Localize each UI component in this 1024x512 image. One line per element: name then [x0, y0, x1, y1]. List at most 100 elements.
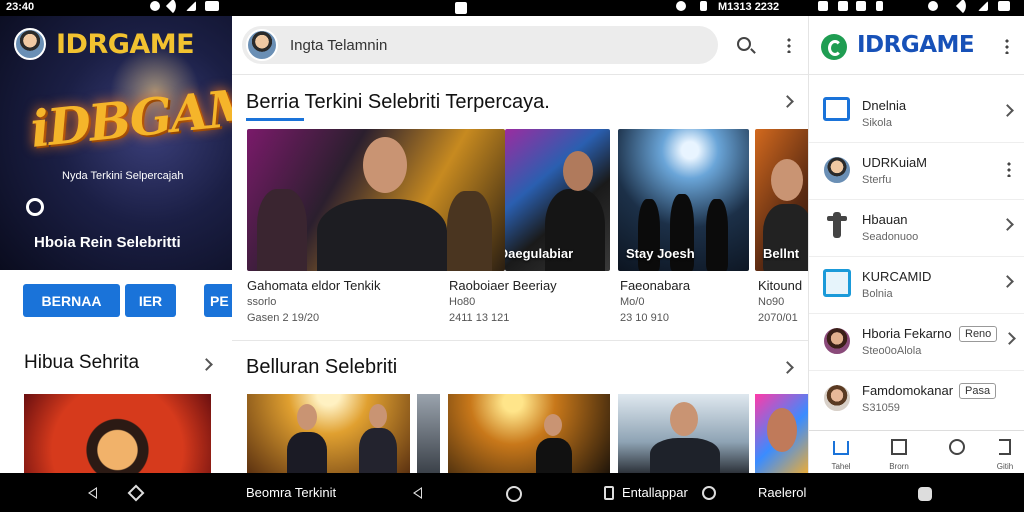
overlay-caption-3: Raelerol	[758, 485, 807, 500]
card-meta: 2411 13 121	[449, 312, 510, 324]
search-icon[interactable]	[949, 439, 965, 455]
celebrity-thumbnail[interactable]	[24, 394, 211, 473]
person-figure	[536, 438, 572, 473]
back-icon[interactable]	[413, 487, 422, 499]
overlay-caption-2: Entallappar	[622, 485, 688, 500]
chevron-right-icon[interactable]	[200, 358, 213, 371]
list-item-subtitle: Bolnia	[862, 288, 893, 300]
news-card-image-4[interactable]: Bellnt	[755, 129, 808, 271]
crowd-figure	[257, 189, 307, 271]
more-vert-icon[interactable]	[1007, 161, 1011, 177]
category-pill-2[interactable]: IER	[125, 284, 176, 317]
battery-icon-2	[998, 1, 1010, 11]
section-title: Hibua Sehrita	[24, 352, 140, 373]
recents-icon[interactable]	[604, 486, 614, 500]
divider	[232, 74, 808, 75]
list-item[interactable]: Hbauan Seadonuoo	[809, 200, 1024, 257]
news-card-image-2[interactable]: Bolse Oaegulabiar	[505, 129, 610, 271]
search-icon[interactable]	[737, 37, 751, 51]
card-title[interactable]: Gahomata eldor Tenkik	[247, 278, 380, 293]
chevron-right-icon[interactable]	[781, 361, 794, 374]
status-badge[interactable]: Pasa	[959, 383, 997, 399]
list-item[interactable]: Dnelnia Sikola	[809, 86, 1024, 143]
status-info: M1313 2232	[718, 1, 780, 13]
list-item-subtitle: S31059	[862, 402, 900, 414]
right-screen: IDRGAME Dnelnia Sikola UDRKuiaM Sterfu H…	[808, 16, 1024, 473]
person-head	[297, 404, 317, 430]
signal-icon	[186, 1, 196, 11]
list-item[interactable]: KURCAMID Bolnia	[809, 257, 1024, 314]
nav-label-home[interactable]: Tahel	[823, 462, 859, 471]
square-icon[interactable]	[891, 439, 907, 455]
hero-banner[interactable]: IDRGAME iDBGAME Nyda Terkini Selpercajah…	[0, 16, 232, 270]
card-title[interactable]: Raoboiaer Beeriay	[449, 278, 557, 293]
nav-label-4[interactable]: Gitih	[987, 462, 1023, 471]
app-notif-icon	[818, 1, 828, 11]
rotate-icon[interactable]	[127, 484, 145, 502]
chevron-right-icon	[1001, 275, 1014, 288]
tool-icon-bar	[827, 216, 847, 221]
list-item[interactable]: Hboria Fekarno Steo0oAlola Reno	[809, 314, 1024, 371]
chevron-right-icon[interactable]	[781, 95, 794, 108]
celebrity-thumb-1[interactable]	[247, 394, 410, 473]
list-item-subtitle: Sikola	[862, 117, 892, 129]
avatar[interactable]	[14, 28, 46, 60]
news-card-image-1[interactable]	[247, 129, 505, 271]
wifi-icon-2	[955, 0, 971, 14]
person-head	[544, 414, 562, 436]
celebrity-thumb-5[interactable]	[755, 394, 808, 473]
hero-tagline: Nyda Terkini Selpercajah	[62, 170, 184, 182]
hero-caption: Hboia Rein Selebritti	[34, 234, 181, 251]
celebrity-thumb-4[interactable]	[618, 394, 749, 473]
person-head	[369, 404, 387, 428]
search-placeholder[interactable]: Ingta Telamnin	[290, 37, 387, 54]
card-title[interactable]: Kitound	[758, 278, 802, 293]
chevron-right-icon	[1001, 104, 1014, 117]
battery-icon	[205, 1, 219, 11]
mail-icon	[856, 1, 866, 11]
alarm-icon-2	[928, 1, 938, 11]
card-title[interactable]: Faeonabara	[620, 278, 690, 293]
card-subtitle: ssorlo	[247, 296, 277, 308]
card-meta: Gasen 2 19/20	[247, 312, 320, 324]
home-icon[interactable]	[833, 441, 849, 455]
news-card-image-3[interactable]: Stay Joesh	[618, 129, 749, 271]
category-pill-1[interactable]: BERNAA	[23, 284, 120, 317]
list-item-title: KURCAMID	[862, 269, 932, 284]
system-navigation-bar: Beomra Terkinit Entallappar Raelerol	[0, 473, 1024, 512]
back-icon[interactable]	[88, 487, 97, 499]
phone-icon	[700, 1, 707, 11]
edit-icon[interactable]	[999, 439, 1011, 455]
celebrity-thumb-2[interactable]	[417, 394, 440, 473]
search-icon[interactable]	[702, 486, 716, 500]
section-title-news: Berria Terkini Selebriti Terpercaya.	[246, 91, 550, 113]
divider	[809, 74, 1024, 75]
avatar	[822, 155, 852, 185]
home-button-icon[interactable]	[506, 486, 522, 502]
status-badge[interactable]: Reno	[959, 326, 998, 342]
brand-text: IDRGAME	[56, 28, 195, 60]
card-meta: 23 10 910	[620, 312, 669, 324]
phone-icon-2	[876, 1, 883, 11]
more-vert-icon[interactable]	[1005, 38, 1009, 54]
home-button-icon[interactable]	[918, 487, 932, 501]
avatar[interactable]	[246, 29, 278, 61]
card-subtitle: Mo/0	[620, 296, 645, 308]
nav-label-2[interactable]: Brorn	[881, 462, 917, 471]
list-item-title: UDRKuiaM	[862, 155, 928, 170]
card-overlay-text: Bolse Oaegulabiar	[505, 246, 574, 261]
list-item[interactable]: UDRKuiaM Sterfu	[809, 143, 1024, 200]
list-item-title: Famdomokanar	[862, 383, 954, 398]
bottom-navigation: Tahel Brorn Gitih	[809, 430, 1024, 473]
celebrity-thumb-3[interactable]	[448, 394, 610, 473]
person-figure	[359, 428, 397, 473]
category-pill-3[interactable]: PE	[204, 284, 232, 317]
overlay-caption-1: Beomra Terkinit	[246, 485, 337, 500]
list-item[interactable]: Famdomokanar S31059 Pasa	[809, 371, 1024, 428]
more-vert-icon[interactable]	[787, 37, 791, 53]
status-time: 23:40	[6, 1, 35, 13]
list-item-subtitle: Steo0oAlola	[862, 345, 922, 357]
crowd-figure	[447, 191, 492, 271]
screenshot-root: 23:40 M1313 2232 IDRGAME iDBGAME Nyda Te…	[0, 0, 1024, 512]
person-figure	[287, 432, 327, 473]
